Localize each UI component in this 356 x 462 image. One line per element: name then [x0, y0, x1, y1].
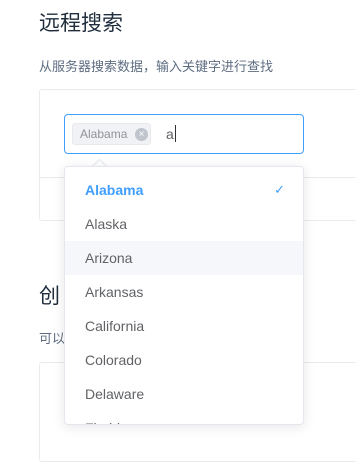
dropdown-option[interactable]: Florida — [65, 411, 303, 424]
check-icon: ✓ — [274, 182, 285, 197]
option-label: Colorado — [85, 352, 142, 368]
search-query[interactable]: a — [166, 126, 174, 142]
option-label: Delaware — [85, 386, 145, 402]
option-label: Alaska — [85, 216, 128, 232]
dropdown-option[interactable]: Colorado — [65, 343, 303, 377]
dropdown-option[interactable]: Arkansas — [65, 275, 303, 309]
option-label: Alabama — [85, 182, 144, 198]
option-label: Florida — [85, 420, 128, 424]
dropdown-option[interactable]: Arizona — [65, 241, 303, 275]
dropdown-option[interactable]: Alaska — [65, 207, 303, 241]
section-description-2: 可以 — [39, 332, 66, 347]
dropdown-option[interactable]: California — [65, 309, 303, 343]
section-title: 远程搜索 — [39, 11, 123, 35]
tag-label: Alabama — [80, 127, 128, 141]
section-description: 从服务器搜索数据，输入关键字进行查找 — [39, 60, 274, 75]
options-dropdown[interactable]: Alabama ✓ Alaska Arizona Arkansas California C… — [64, 166, 304, 425]
option-label: Arkansas — [85, 284, 144, 300]
option-label: California — [85, 318, 145, 334]
option-label: Arizona — [85, 250, 133, 266]
close-circle-icon[interactable]: × — [135, 128, 148, 141]
dropdown-option[interactable]: Alabama ✓ — [65, 173, 303, 207]
dropdown-option[interactable]: Delaware — [65, 377, 303, 411]
selected-tag: Alabama × — [72, 123, 151, 145]
remote-search-select[interactable]: Alabama × a — [64, 114, 304, 154]
text-caret — [175, 125, 176, 142]
section-title-2: 创 — [39, 284, 60, 308]
